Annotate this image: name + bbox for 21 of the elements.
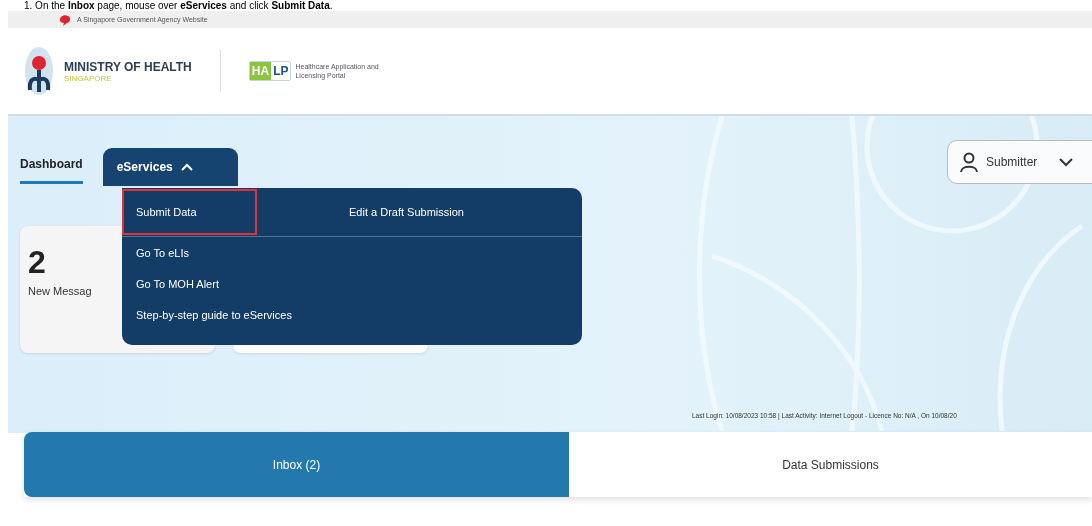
country-name: SINGAPORE [64,73,113,83]
caret-icon [180,163,193,171]
user-icon [960,152,978,172]
moh-logo-icon [24,46,54,96]
card-label: New Messag [28,285,92,297]
menu-item[interactable]: Submit Data [122,189,257,235]
eservices-tab[interactable]: eServices [102,148,238,186]
chevron-icon [1059,157,1074,167]
message-count: 2 [28,244,46,281]
halp-logo: HA LP [248,61,292,81]
user-menu-button[interactable]: Submitter [947,140,1092,184]
page-tab[interactable]: Data Submissions [569,432,1092,497]
lion-head-icon [58,13,72,26]
menu-item[interactable]: Edit a Draft Submission [257,204,466,220]
ministry-name: MINISTRY OF HEALTH [64,59,192,74]
menu-item[interactable]: Go To eLIs [122,237,582,268]
page-tab[interactable]: Inbox (2) [24,432,569,497]
instruction-text: 1. On the Inbox page, mouse over eServices and click Submit Data. [23,0,334,11]
menu-item[interactable]: Go To MOH Alert [122,268,582,299]
dashboard-tab[interactable]: Dashboard [20,157,83,184]
menu-item[interactable]: Step-by-step guide to eServices [122,299,582,330]
